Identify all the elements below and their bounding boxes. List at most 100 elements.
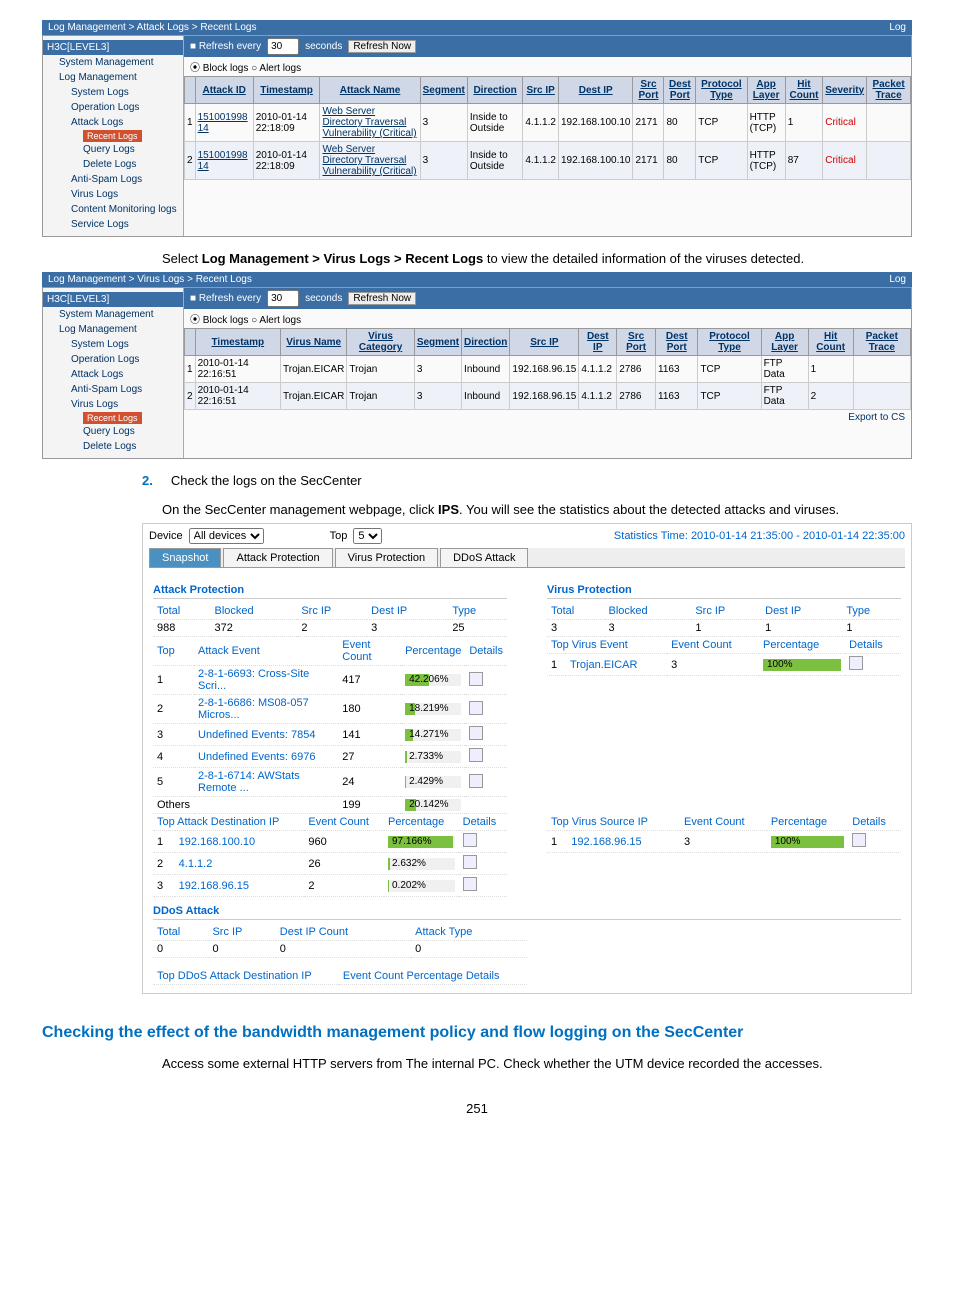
attack-protection-summary: TotalBlockedSrc IPDest IPType 9883722325 [153,603,507,637]
nav-item-selected[interactable]: Recent Logs [83,412,142,424]
table-row: 52-8-1-6714: AWStats Remote ...242.429% [153,768,507,797]
tab-virus-protection[interactable]: Virus Protection [335,548,438,567]
col-hit[interactable]: Hit Count [785,77,823,104]
details-icon[interactable] [469,748,483,762]
details-icon[interactable] [852,833,866,847]
nav-item[interactable]: Delete Logs [43,439,183,454]
severity: Critical [823,142,867,180]
table-row: 22-8-1-6686: MS08-057 Micros...18018.219… [153,695,507,724]
breadcrumb: Log Management > Attack Logs > Recent Lo… [42,20,912,35]
nav-item[interactable]: Service Logs [43,217,183,232]
details-icon[interactable] [849,656,863,670]
section-heading: Checking the effect of the bandwidth man… [42,1024,912,1042]
details-icon[interactable] [463,877,477,891]
device-select[interactable]: All devices [189,528,264,544]
table-row: 1 2010-01-14 22:16:51 Trojan.EICAR Troja… [185,356,911,383]
table-row: 12-8-1-6693: Cross-Site Scri...41742.206… [153,666,507,695]
attack-logs-panel: Log Management > Attack Logs > Recent Lo… [42,20,912,237]
refresh-seconds-input[interactable] [267,290,299,307]
top-virus-src-table: Top Virus Source IPEvent CountPercentage… [547,814,901,853]
nav-item[interactable]: System Management [43,55,183,70]
table-row: 3Undefined Events: 785414114.271% [153,724,507,746]
col-segment[interactable]: Segment [420,77,467,104]
nav-item[interactable]: Delete Logs [43,157,183,172]
device-label: H3C[LEVEL3] [43,40,183,55]
col-attackid[interactable]: Attack ID [195,77,253,104]
tab-snapshot[interactable]: Snapshot [149,548,221,567]
attack-id-link[interactable]: 151001998 14 [195,142,253,180]
nav-item[interactable]: Virus Logs [43,187,183,202]
breadcrumb-right: Log [889,22,906,33]
seccenter-panel: Device All devices Top 5 Statistics Time… [142,523,912,994]
tab-ddos[interactable]: DDoS Attack [440,548,528,567]
nav-item[interactable]: Log Management [43,70,183,85]
refresh-button[interactable]: Refresh Now [348,292,416,305]
details-icon[interactable] [469,726,483,740]
breadcrumb-text: Log Management > Attack Logs > Recent Lo… [48,22,256,33]
table-row: 4Undefined Events: 6976272.733% [153,746,507,768]
col-destport[interactable]: Dest Port [664,77,696,104]
virus-protection-summary: TotalBlockedSrc IPDest IPType 33111 [547,603,901,637]
nav-item[interactable]: System Logs [43,85,183,100]
virus-logs-panel: Log Management > Virus Logs > Recent Log… [42,272,912,459]
details-icon[interactable] [469,774,483,788]
details-icon[interactable] [463,833,477,847]
severity: Critical [823,104,867,142]
nav-item[interactable]: Operation Logs [43,100,183,115]
nav-item[interactable]: Log Management [43,322,183,337]
details-icon[interactable] [463,855,477,869]
attack-name-link[interactable]: Web Server Directory Traversal Vulnerabi… [320,104,420,142]
col-proto[interactable]: Protocol Type [696,77,747,104]
col-srcip[interactable]: Src IP [523,77,559,104]
col-direction[interactable]: Direction [467,77,522,104]
paragraph: Select Log Management > Virus Logs > Rec… [162,251,912,266]
tab-attack-protection[interactable]: Attack Protection [223,548,332,567]
top-attack-dest-table: Top Attack Destination IPEvent CountPerc… [153,814,507,897]
nav-item[interactable]: Query Logs [43,424,183,439]
details-icon[interactable] [469,701,483,715]
col-app[interactable]: App Layer [747,77,785,104]
col-severity[interactable]: Severity [823,77,867,104]
refresh-seconds-input[interactable] [267,38,299,55]
col-srcport[interactable]: Src Port [633,77,664,104]
log-type-radios[interactable]: ⦿ Block logs ○ Alert logs [184,309,911,328]
refresh-label: ■ Refresh every [190,293,261,304]
nav-item[interactable]: Content Monitoring logs [43,202,183,217]
attack-log-table: Attack ID Timestamp Attack Name Segment … [184,76,911,180]
top-select[interactable]: 5 [353,528,382,544]
nav-item[interactable]: System Management [43,307,183,322]
log-type-radios[interactable]: ⦿ Block logs ○ Alert logs [184,57,911,76]
stats-time: Statistics Time: 2010-01-14 21:35:00 - 2… [614,530,905,542]
nav-item-selected[interactable]: Recent Logs [83,130,142,142]
table-row: 24.1.1.2262.632% [153,853,507,875]
breadcrumb-right: Log [889,274,906,285]
col-trace[interactable]: Packet Trace [867,77,911,104]
paragraph: Access some external HTTP servers from T… [162,1056,912,1071]
nav-item[interactable]: Operation Logs [43,352,183,367]
nav-item[interactable]: Anti-Spam Logs [43,172,183,187]
table-row: 1192.168.96.153100% [547,831,901,853]
col-blank[interactable] [185,77,196,104]
breadcrumb: Log Management > Virus Logs > Recent Log… [42,272,912,287]
virus-log-table: Timestamp Virus Name Virus Category Segm… [184,328,911,410]
nav-item[interactable]: Query Logs [43,142,183,157]
attack-id-link[interactable]: 151001998 14 [195,104,253,142]
nav-item[interactable]: Attack Logs [43,367,183,382]
page-number: 251 [42,1101,912,1116]
nav-item[interactable]: Virus Logs [43,397,183,412]
device-label: Device [149,530,183,542]
device-label: H3C[LEVEL3] [43,292,183,307]
nav-item[interactable]: System Logs [43,337,183,352]
virus-protection-title: Virus Protection [547,584,901,599]
export-link[interactable]: Export to CS [184,410,911,425]
nav-item[interactable]: Attack Logs [43,115,183,130]
attack-name-link[interactable]: Web Server Directory Traversal Vulnerabi… [320,142,420,180]
details-icon[interactable] [469,672,483,686]
col-destip[interactable]: Dest IP [558,77,633,104]
refresh-button[interactable]: Refresh Now [348,40,416,53]
top-label: Top [330,530,348,542]
nav-item[interactable]: Anti-Spam Logs [43,382,183,397]
col-attackname[interactable]: Attack Name [320,77,420,104]
col-timestamp[interactable]: Timestamp [253,77,320,104]
table-row: 1Trojan.EICAR3100% [547,654,901,676]
